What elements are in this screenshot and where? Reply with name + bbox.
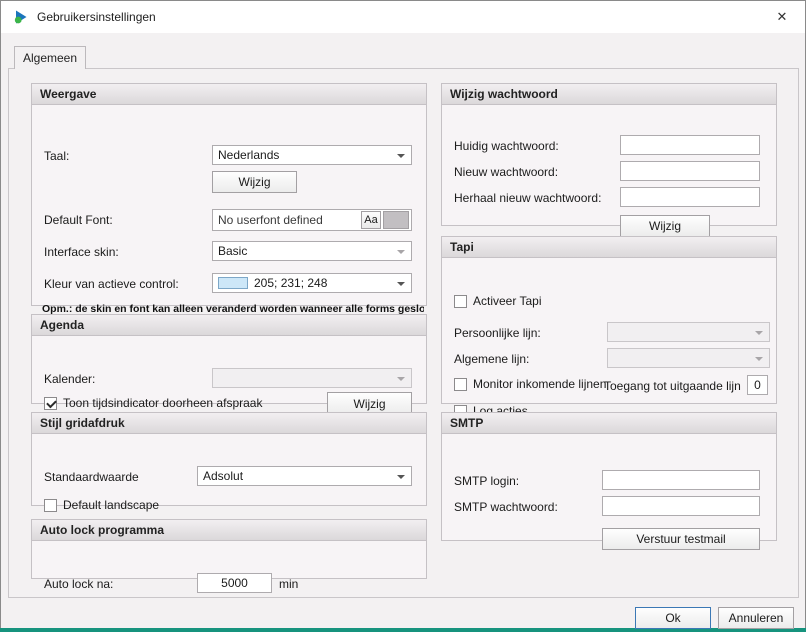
chevron-down-icon <box>755 357 763 361</box>
chevron-down-icon <box>397 282 405 286</box>
tab-algemeen[interactable]: Algemeen <box>14 46 86 69</box>
font-preview-button[interactable]: Aa <box>361 211 381 229</box>
default-font-label: Default Font: <box>44 213 113 227</box>
herhaal-wachtwoord-label: Herhaal nieuw wachtwoord: <box>454 191 601 205</box>
ok-button[interactable]: Ok <box>635 607 711 629</box>
autolock-unit: min <box>279 577 298 591</box>
chevron-down-icon <box>397 154 405 158</box>
wachtwoord-header: Wijzig wachtwoord <box>442 84 776 105</box>
app-logo-icon <box>13 9 29 25</box>
monitor-lijnen-checkbox[interactable] <box>454 378 467 391</box>
font-extra-button[interactable] <box>383 211 409 229</box>
color-swatch <box>218 277 248 289</box>
section-smtp: SMTP SMTP login: SMTP wachtwoord: Verstu… <box>441 412 777 541</box>
chevron-down-icon <box>397 250 405 254</box>
persoonlijke-lijn-combobox[interactable] <box>607 322 770 342</box>
smtp-login-input[interactable] <box>602 470 760 490</box>
standaardwaarde-value: Adsolut <box>203 469 395 483</box>
interface-skin-value: Basic <box>218 244 395 258</box>
persoonlijke-lijn-label: Persoonlijke lijn: <box>454 326 541 340</box>
taal-value: Nederlands <box>218 148 395 162</box>
kleur-combobox[interactable]: 205; 231; 248 <box>212 273 412 293</box>
gridafdruk-header: Stijl gridafdruk <box>32 413 426 434</box>
monitor-lijnen-label: Monitor inkomende lijnen <box>473 377 606 391</box>
autolock-header: Auto lock programma <box>32 520 426 541</box>
section-autolock: Auto lock programma Auto lock na: min <box>31 519 427 579</box>
tijdsindicator-checkbox[interactable] <box>44 397 57 410</box>
section-wachtwoord: Wijzig wachtwoord Huidig wachtwoord: Nie… <box>441 83 777 226</box>
kalender-label: Kalender: <box>44 372 95 386</box>
section-tapi: Tapi Activeer Tapi Persoonlijke lijn: Al… <box>441 236 777 404</box>
default-font-value: No userfont defined <box>218 213 359 227</box>
kleur-label: Kleur van actieve control: <box>44 277 179 291</box>
activeer-tapi-label: Activeer Tapi <box>473 294 541 308</box>
chevron-down-icon <box>755 331 763 335</box>
smtp-wachtwoord-label: SMTP wachtwoord: <box>454 500 558 514</box>
activeer-tapi-checkbox[interactable] <box>454 295 467 308</box>
window-title: Gebruikersinstellingen <box>37 10 156 24</box>
chevron-down-icon <box>397 475 405 479</box>
kleur-value: 205; 231; 248 <box>254 276 395 290</box>
taal-combobox[interactable]: Nederlands <box>212 145 412 165</box>
taal-wijzig-button[interactable]: Wijzig <box>212 171 297 193</box>
smtp-header: SMTP <box>442 413 776 434</box>
nieuw-wachtwoord-input[interactable] <box>620 161 760 181</box>
close-icon[interactable]: ✕ <box>773 8 791 26</box>
titlebar[interactable]: Gebruikersinstellingen ✕ <box>1 1 805 33</box>
toegang-uitgaande-label: Toegang tot uitgaande lijn <box>604 379 741 393</box>
default-font-field[interactable]: No userfont defined Aa <box>212 209 412 231</box>
kalender-combobox[interactable] <box>212 368 412 388</box>
smtp-login-label: SMTP login: <box>454 474 519 488</box>
herhaal-wachtwoord-input[interactable] <box>620 187 760 207</box>
huidig-wachtwoord-input[interactable] <box>620 135 760 155</box>
nieuw-wachtwoord-label: Nieuw wachtwoord: <box>454 165 558 179</box>
default-landscape-label: Default landscape <box>63 498 159 512</box>
smtp-wachtwoord-input[interactable] <box>602 496 760 516</box>
standaardwaarde-label: Standaardwaarde <box>44 470 139 484</box>
interface-skin-combobox[interactable]: Basic <box>212 241 412 261</box>
agenda-header: Agenda <box>32 315 426 336</box>
gebruikersinstellingen-dialog: Gebruikersinstellingen ✕ Algemeen Weerga… <box>0 0 806 629</box>
tapi-header: Tapi <box>442 237 776 258</box>
interface-skin-label: Interface skin: <box>44 245 119 259</box>
section-weergave: Weergave Taal: Nederlands Wijzig Default… <box>31 83 427 306</box>
tijdsindicator-label: Toon tijdsindicator doorheen afspraak <box>63 396 262 410</box>
chevron-down-icon <box>397 377 405 381</box>
autolock-input[interactable] <box>197 573 272 593</box>
wachtwoord-wijzig-button[interactable]: Wijzig <box>620 215 710 237</box>
algemene-lijn-combobox[interactable] <box>607 348 770 368</box>
verstuur-testmail-button[interactable]: Verstuur testmail <box>602 528 760 550</box>
annuleren-button[interactable]: Annuleren <box>718 607 794 629</box>
autolock-label: Auto lock na: <box>44 577 113 591</box>
section-agenda: Agenda Kalender: Toon tijdsindicator doo… <box>31 314 427 404</box>
standaardwaarde-combobox[interactable]: Adsolut <box>197 466 412 486</box>
weergave-header: Weergave <box>32 84 426 105</box>
taal-label: Taal: <box>44 149 69 163</box>
section-gridafdruk: Stijl gridafdruk Standaardwaarde Adsolut… <box>31 412 427 506</box>
huidig-wachtwoord-label: Huidig wachtwoord: <box>454 139 559 153</box>
default-landscape-checkbox[interactable] <box>44 499 57 512</box>
algemene-lijn-label: Algemene lijn: <box>454 352 529 366</box>
toegang-uitgaande-input[interactable] <box>747 375 768 395</box>
